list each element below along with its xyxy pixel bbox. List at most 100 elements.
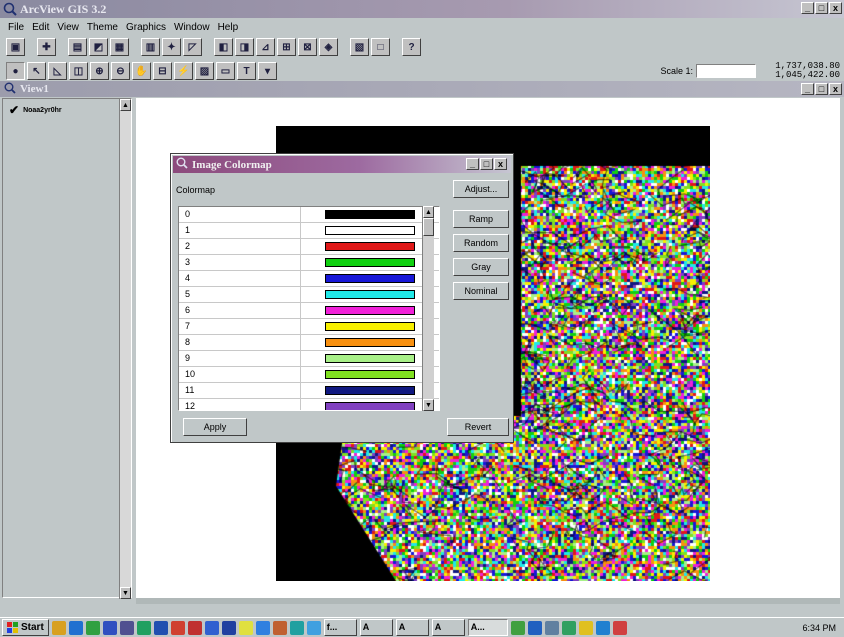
edit-legend-icon[interactable]: ◩ (89, 38, 108, 56)
random-button[interactable]: Random (453, 234, 509, 252)
zoom-out-tool-icon[interactable]: ⊖ (111, 62, 130, 80)
menu-edit[interactable]: Edit (32, 22, 49, 33)
tray-icon[interactable] (595, 620, 610, 635)
scroll-up-icon[interactable]: ▲ (120, 99, 131, 111)
select-feature-icon[interactable]: ◫ (69, 62, 88, 80)
dialog-maximize-button[interactable]: □ (480, 158, 493, 170)
quicklaunch-icon[interactable] (272, 620, 287, 635)
menu-help[interactable]: Help (218, 22, 239, 33)
quicklaunch-icon[interactable] (204, 620, 219, 635)
text-tool-icon[interactable]: T (237, 62, 256, 80)
measure-icon[interactable]: ⊟ (153, 62, 172, 80)
color-swatch[interactable] (325, 402, 415, 410)
quicklaunch-icon[interactable] (85, 620, 100, 635)
menu-window[interactable]: Window (174, 22, 210, 33)
quicklaunch-icon[interactable] (255, 620, 270, 635)
revert-button[interactable]: Revert (447, 418, 509, 436)
color-swatch[interactable] (325, 370, 415, 379)
colormap-swatch-cell[interactable] (301, 319, 439, 334)
colormap-swatch-cell[interactable] (301, 303, 439, 318)
color-swatch[interactable] (325, 338, 415, 347)
label-icon[interactable]: ▭ (216, 62, 235, 80)
select-all-icon[interactable]: ▧ (350, 38, 369, 56)
colormap-row[interactable]: 10 (179, 367, 439, 383)
zoom-in-tool-icon[interactable]: ⊕ (90, 62, 109, 80)
quicklaunch-icon[interactable] (136, 620, 151, 635)
colormap-swatch-cell[interactable] (301, 255, 439, 270)
colormap-swatch-cell[interactable] (301, 383, 439, 398)
menu-view[interactable]: View (57, 22, 79, 33)
color-swatch[interactable] (325, 290, 415, 299)
zoom-in-icon[interactable]: ⊞ (277, 38, 296, 56)
quicklaunch-icon[interactable] (68, 620, 83, 635)
colormap-row[interactable]: 6 (179, 303, 439, 319)
tray-icon[interactable] (578, 620, 593, 635)
scroll-down-icon[interactable]: ▼ (423, 399, 434, 411)
view-close-button[interactable]: x (829, 83, 842, 95)
zoom-out-icon[interactable]: ⊠ (298, 38, 317, 56)
minimize-button[interactable]: _ (801, 2, 814, 14)
colormap-swatch-cell[interactable] (301, 367, 439, 382)
taskbar-task[interactable]: A (395, 619, 429, 636)
draw-tool-dropdown-icon[interactable]: ▾ (258, 62, 277, 80)
scroll-down-icon[interactable]: ▼ (120, 587, 131, 599)
view-titlebar[interactable]: View1 _ □ x (0, 81, 844, 97)
quicklaunch-icon[interactable] (119, 620, 134, 635)
color-swatch[interactable] (325, 242, 415, 251)
locate-icon[interactable]: ✦ (162, 38, 181, 56)
color-swatch[interactable] (325, 258, 415, 267)
colormap-swatch-cell[interactable] (301, 223, 439, 238)
pan-icon[interactable]: ✋ (132, 62, 151, 80)
theme-properties-icon[interactable]: ▤ (68, 38, 87, 56)
color-swatch[interactable] (325, 210, 415, 219)
toc-theme-entry[interactable]: ✔ Noaa2yr0hr (3, 99, 131, 117)
colormap-swatch-cell[interactable] (301, 335, 439, 350)
tray-icon[interactable] (561, 620, 576, 635)
scroll-thumb[interactable] (423, 218, 434, 236)
colormap-row[interactable]: 3 (179, 255, 439, 271)
colormap-row[interactable]: 2 (179, 239, 439, 255)
color-swatch[interactable] (325, 306, 415, 315)
dialog-titlebar[interactable]: Image Colormap _ □ x (173, 156, 511, 173)
quicklaunch-icon[interactable] (102, 620, 117, 635)
tray-icon[interactable] (544, 620, 559, 635)
ramp-button[interactable]: Ramp (453, 210, 509, 228)
identify-icon[interactable]: ● (6, 62, 25, 80)
open-table-icon[interactable]: ▦ (110, 38, 129, 56)
quicklaunch-icon[interactable] (187, 620, 202, 635)
gray-button[interactable]: Gray (453, 258, 509, 276)
zoom-previous-icon[interactable]: ◈ (319, 38, 338, 56)
colormap-row[interactable]: 5 (179, 287, 439, 303)
zoom-to-selected-icon[interactable]: ⊿ (256, 38, 275, 56)
save-icon[interactable]: ▣ (6, 38, 25, 56)
colormap-swatch-cell[interactable] (301, 351, 439, 366)
menu-file[interactable]: File (8, 22, 24, 33)
scale-input[interactable] (696, 64, 756, 78)
pointer-icon[interactable]: ↖ (27, 62, 46, 80)
find-icon[interactable]: ▥ (141, 38, 160, 56)
colormap-swatch-cell[interactable] (301, 271, 439, 286)
map-scrollbar[interactable] (136, 598, 840, 604)
quicklaunch-icon[interactable] (221, 620, 236, 635)
menu-graphics[interactable]: Graphics (126, 22, 166, 33)
query-builder-icon[interactable]: ◸ (183, 38, 202, 56)
view-maximize-button[interactable]: □ (815, 83, 828, 95)
color-swatch[interactable] (325, 226, 415, 235)
dialog-minimize-button[interactable]: _ (466, 158, 479, 170)
hotlink-icon[interactable]: ⚡ (174, 62, 193, 80)
apply-button[interactable]: Apply (183, 418, 247, 436)
quicklaunch-icon[interactable] (306, 620, 321, 635)
colormap-row[interactable]: 8 (179, 335, 439, 351)
adjust-button[interactable]: Adjust... (453, 180, 509, 198)
colormap-swatch-cell[interactable] (301, 399, 439, 410)
color-swatch[interactable] (325, 274, 415, 283)
tray-icon[interactable] (527, 620, 542, 635)
colormap-row[interactable]: 1 (179, 223, 439, 239)
taskbar-task[interactable]: f... (323, 619, 357, 636)
zoom-to-themes-icon[interactable]: ◨ (235, 38, 254, 56)
dialog-close-button[interactable]: x (494, 158, 507, 170)
scroll-up-icon[interactable]: ▲ (423, 206, 434, 218)
add-theme-icon[interactable]: ✚ (37, 38, 56, 56)
colormap-swatch-cell[interactable] (301, 207, 439, 222)
color-swatch[interactable] (325, 354, 415, 363)
